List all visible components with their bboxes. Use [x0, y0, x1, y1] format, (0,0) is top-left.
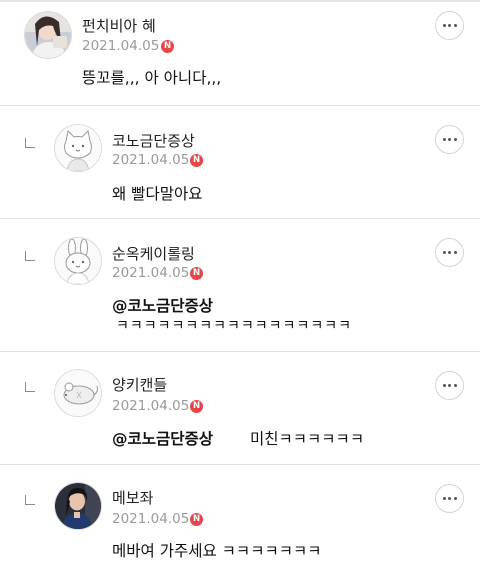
comment-date: 2021.04.05: [112, 265, 190, 281]
avatar[interactable]: [24, 11, 72, 59]
reply-comment: 순옥케이롤링 2021.04.05 N @코노금단증상 ㅋㅋㅋㅋㅋㅋㅋㅋㅋㅋㅋㅋ…: [0, 219, 480, 351]
dot-icon: [453, 384, 457, 387]
author-name[interactable]: 펀치비아 혜: [82, 15, 156, 36]
reply-comment: 양키캔들 2021.04.05 N @코노금단증상 미친ㅋㅋㅋㅋㅋㅋ: [0, 352, 480, 464]
avatar[interactable]: [54, 482, 102, 530]
author-name[interactable]: 코노금단증상: [112, 130, 195, 151]
new-badge: N: [190, 513, 203, 526]
new-badge: N: [190, 267, 203, 280]
reply-comment: 코노금단증상 2021.04.05 N 왜 빨다말아요: [0, 106, 480, 219]
dot-icon: [448, 24, 451, 27]
more-options-button[interactable]: [435, 238, 464, 267]
comment-text: ㅋㅋㅋㅋㅋㅋㅋㅋㅋㅋㅋㅋㅋㅋㅋㅋㅋ: [116, 318, 352, 334]
dot-icon: [442, 138, 446, 141]
dot-icon: [442, 497, 446, 500]
dot-icon: [442, 24, 446, 27]
mention-link[interactable]: @코노금단증상: [112, 294, 213, 316]
dot-icon: [448, 497, 451, 500]
mouse-default-avatar-icon: [55, 370, 101, 416]
comment-date: 2021.04.05: [82, 38, 160, 54]
cat-default-avatar-icon: [55, 125, 101, 171]
comment-date: 2021.04.05: [112, 398, 190, 414]
comment-date: 2021.04.05: [112, 152, 190, 168]
reply-indicator-icon: [25, 495, 35, 505]
comment-text: 메바여 가주세요 ㅋㅋㅋㅋㅋㅋㅋ: [112, 542, 322, 560]
rabbit-default-avatar-icon: [55, 238, 101, 284]
comment-text: 미친ㅋㅋㅋㅋㅋㅋ: [250, 430, 365, 448]
avatar[interactable]: [54, 369, 102, 417]
reply-comment: 메보좌 2021.04.05 N 메바여 가주세요 ㅋㅋㅋㅋㅋㅋㅋ: [0, 465, 480, 572]
more-options-button[interactable]: [435, 11, 464, 40]
dot-icon: [448, 251, 451, 254]
new-badge: N: [161, 40, 174, 53]
dot-icon: [442, 384, 446, 387]
reply-indicator-icon: [25, 251, 35, 261]
dot-icon: [453, 251, 457, 254]
dot-icon: [448, 138, 451, 141]
comment-text: 뜽꼬를,,, 아 아니다,,,: [82, 69, 222, 87]
reply-indicator-icon: [25, 382, 35, 392]
dot-icon: [453, 497, 457, 500]
author-name[interactable]: 메보좌: [112, 487, 153, 508]
profile-photo-icon: [25, 12, 71, 58]
new-badge: N: [190, 400, 203, 413]
comment: 펀치비아 혜 2021.04.05 N 뜽꼬를,,, 아 아니다,,,: [0, 0, 480, 106]
avatar[interactable]: [54, 237, 102, 285]
avatar[interactable]: [54, 124, 102, 172]
dot-icon: [448, 384, 451, 387]
dot-icon: [442, 251, 446, 254]
reply-indicator-icon: [25, 138, 35, 148]
profile-photo-icon: [55, 483, 101, 529]
comment-text: 왜 빨다말아요: [112, 185, 203, 203]
dot-icon: [453, 24, 457, 27]
comment-date: 2021.04.05: [112, 511, 190, 527]
author-name[interactable]: 양키캔들: [112, 374, 167, 395]
author-name[interactable]: 순옥케이롤링: [112, 243, 195, 264]
new-badge: N: [190, 154, 203, 167]
mention-link[interactable]: @코노금단증상: [112, 427, 213, 449]
more-options-button[interactable]: [435, 125, 464, 154]
more-options-button[interactable]: [435, 371, 464, 400]
dot-icon: [453, 138, 457, 141]
more-options-button[interactable]: [435, 484, 464, 513]
